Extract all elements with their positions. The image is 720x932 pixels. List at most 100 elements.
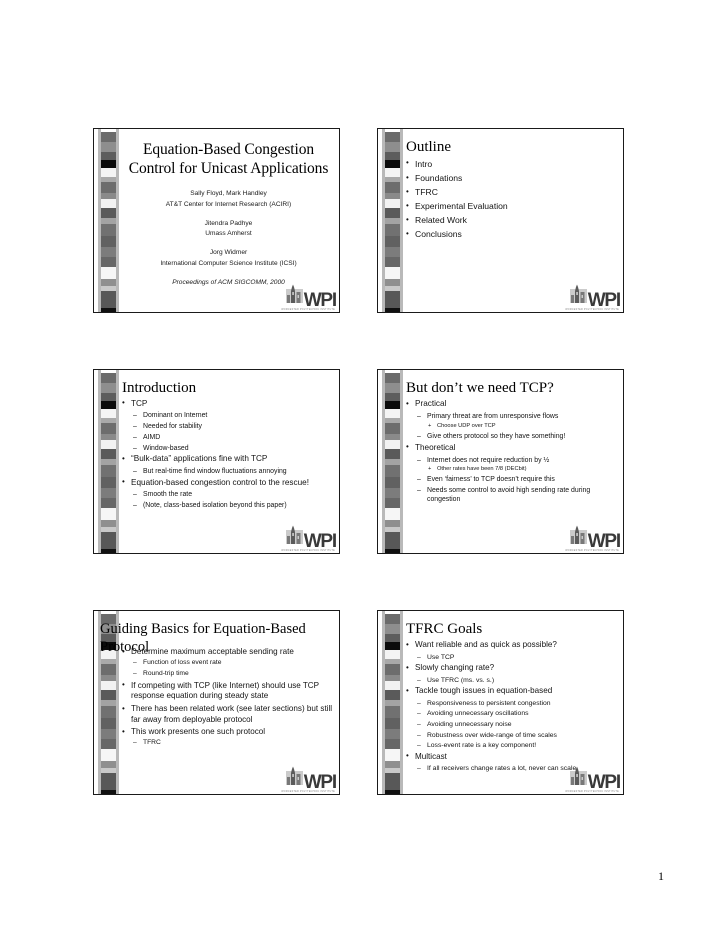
slide-need-tcp[interactable]: But don’t we need TCP? Practical Primary … <box>377 369 624 554</box>
bullet-item: Foundations <box>406 173 619 185</box>
wpi-logo: WPI WORCESTER POLYTECHNIC INSTITUTE <box>562 766 621 793</box>
strip-block <box>101 718 116 730</box>
bullet-item: Even ‘fairness’ to TCP doesn’t require t… <box>406 475 619 485</box>
wpi-tower-icon <box>569 283 587 308</box>
bullet-item: Use TCP <box>406 653 619 662</box>
strip-block <box>385 549 400 553</box>
strip-block <box>385 392 400 402</box>
bullet-item: Internet does not require reduction by ½ <box>406 456 619 466</box>
wpi-logo: WPI WORCESTER POLYTECHNIC INSTITUTE <box>278 525 337 552</box>
strip-block <box>101 256 116 268</box>
strip-block <box>101 773 116 791</box>
wpi-tower-icon <box>285 765 303 790</box>
strip-block <box>101 372 116 384</box>
title-line-2: Control for Unicast Applications <box>128 160 329 178</box>
strip-block <box>385 448 400 460</box>
strip-block <box>101 308 116 312</box>
strip-block <box>385 423 400 435</box>
bullet-item: Responsiveness to persistent congestion <box>406 699 619 708</box>
decorative-strip <box>382 370 403 553</box>
strip-block <box>101 408 116 419</box>
bullet-item: Intro <box>406 158 619 171</box>
bullet-item: Dominant on Internet <box>122 411 335 421</box>
strip-block <box>101 278 116 287</box>
slide-grid: Equation-Based Congestion Control for Un… <box>93 128 629 795</box>
strip-block <box>385 718 400 730</box>
bullet-item: There has been related work (see later s… <box>122 704 335 725</box>
wpi-tower-icon <box>569 524 587 549</box>
author-names: Jorg Widmer <box>209 249 248 257</box>
strip-block <box>385 440 400 449</box>
bullet-item: Smooth the rate <box>122 490 335 500</box>
bullet-item: AIMD <box>122 433 335 443</box>
author-affiliation: International Computer Science Institute… <box>160 259 297 267</box>
bullet-item: Primary threat are from unresponsive flo… <box>406 412 619 422</box>
decorative-strip <box>382 129 403 312</box>
strip-block <box>101 738 116 750</box>
strip-block <box>385 760 400 769</box>
bullet-item: Avoiding unnecessary oscillations <box>406 709 619 718</box>
strip-block <box>101 681 116 690</box>
strip-block <box>101 749 116 761</box>
slide-heading: But don’t we need TCP? <box>406 380 554 396</box>
strip-block <box>101 519 116 528</box>
bullet-item: Robustness over wide-range of time scale… <box>406 731 619 740</box>
bullet-item: Other rates have been 7/8 (DECbit) <box>406 466 619 474</box>
bullet-item: Needs some control to avoid high sending… <box>406 486 619 505</box>
author-block: Sally Floyd, Mark Handley AT&T Center fo… <box>122 189 335 288</box>
bullet-item: Practical <box>406 399 619 410</box>
slide-outline[interactable]: Outline Intro Foundations TFRC Experimental… <box>377 128 624 313</box>
bullet-item: Window-based <box>122 444 335 454</box>
bullet-item: TCP <box>122 398 335 410</box>
strip-block <box>385 633 400 643</box>
strip-block <box>385 681 400 690</box>
bullet-item: Choose UDP over TCP <box>406 423 619 431</box>
wpi-tagline: WORCESTER POLYTECHNIC INSTITUTE <box>281 790 335 793</box>
strip-block <box>101 207 116 219</box>
strip-block <box>385 664 400 676</box>
strip-block <box>101 223 116 237</box>
bullet-item: Use TFRC (ms. vs. s.) <box>406 676 619 685</box>
slide-tfrc-goals[interactable]: TFRC Goals Want reliable and as quick as… <box>377 610 624 795</box>
bullet-item: Give others protocol so they have someth… <box>406 432 619 442</box>
slide-heading: TFRC Goals <box>406 621 483 637</box>
wpi-tagline: WORCESTER POLYTECHNIC INSTITUTE <box>565 549 619 552</box>
strip-block <box>101 401 116 409</box>
strip-block <box>101 508 116 520</box>
bullet-item: If competing with TCP (like Internet) sh… <box>122 680 335 702</box>
author-group: Sally Floyd, Mark Handley AT&T Center fo… <box>122 189 335 209</box>
strip-block <box>385 624 400 634</box>
strip-block <box>385 401 400 409</box>
slide-introduction[interactable]: Introduction TCPDominant on InternetNeed… <box>93 369 340 554</box>
wpi-tagline: WORCESTER POLYTECHNIC INSTITUTE <box>281 308 335 311</box>
wpi-tagline: WORCESTER POLYTECHNIC INSTITUTE <box>281 549 335 552</box>
strip-block <box>101 790 116 794</box>
author-group: Jitendra Padhye Umass Amherst <box>122 219 335 239</box>
strip-block <box>385 278 400 287</box>
decorative-strip <box>98 129 119 312</box>
strip-block <box>385 705 400 719</box>
strip-block <box>101 448 116 460</box>
bullet-item: Avoiding unnecessary noise <box>406 720 619 729</box>
strip-block <box>385 247 400 257</box>
slide-guiding-basics[interactable]: Guiding Basics for Equation-Based Protoc… <box>93 610 340 795</box>
strip-block <box>101 705 116 719</box>
bullet-list: Intro Foundations TFRC Experimental Evaluat… <box>406 158 619 241</box>
bullet-item: Want reliable and as quick as possible? <box>406 640 619 651</box>
strip-block <box>385 372 400 384</box>
slide-title[interactable]: Equation-Based Congestion Control for Un… <box>93 128 340 313</box>
strip-block <box>101 291 116 309</box>
slide-heading: Introduction <box>122 380 197 396</box>
author-affiliation: Umass Amherst <box>205 230 252 238</box>
strip-block <box>101 488 116 498</box>
strip-block <box>385 131 400 143</box>
strip-block <box>101 131 116 143</box>
strip-block <box>385 532 400 550</box>
author-affiliation: AT&T Center for Internet Research (ACIRI… <box>165 200 292 208</box>
bullet-list: TCPDominant on InternetNeeded for stabil… <box>122 398 335 510</box>
strip-block <box>101 664 116 676</box>
strip-block <box>385 256 400 268</box>
strip-block <box>385 508 400 520</box>
wpi-tagline: WORCESTER POLYTECHNIC INSTITUTE <box>565 790 619 793</box>
handout-page: Equation-Based Congestion Control for Un… <box>0 0 720 932</box>
